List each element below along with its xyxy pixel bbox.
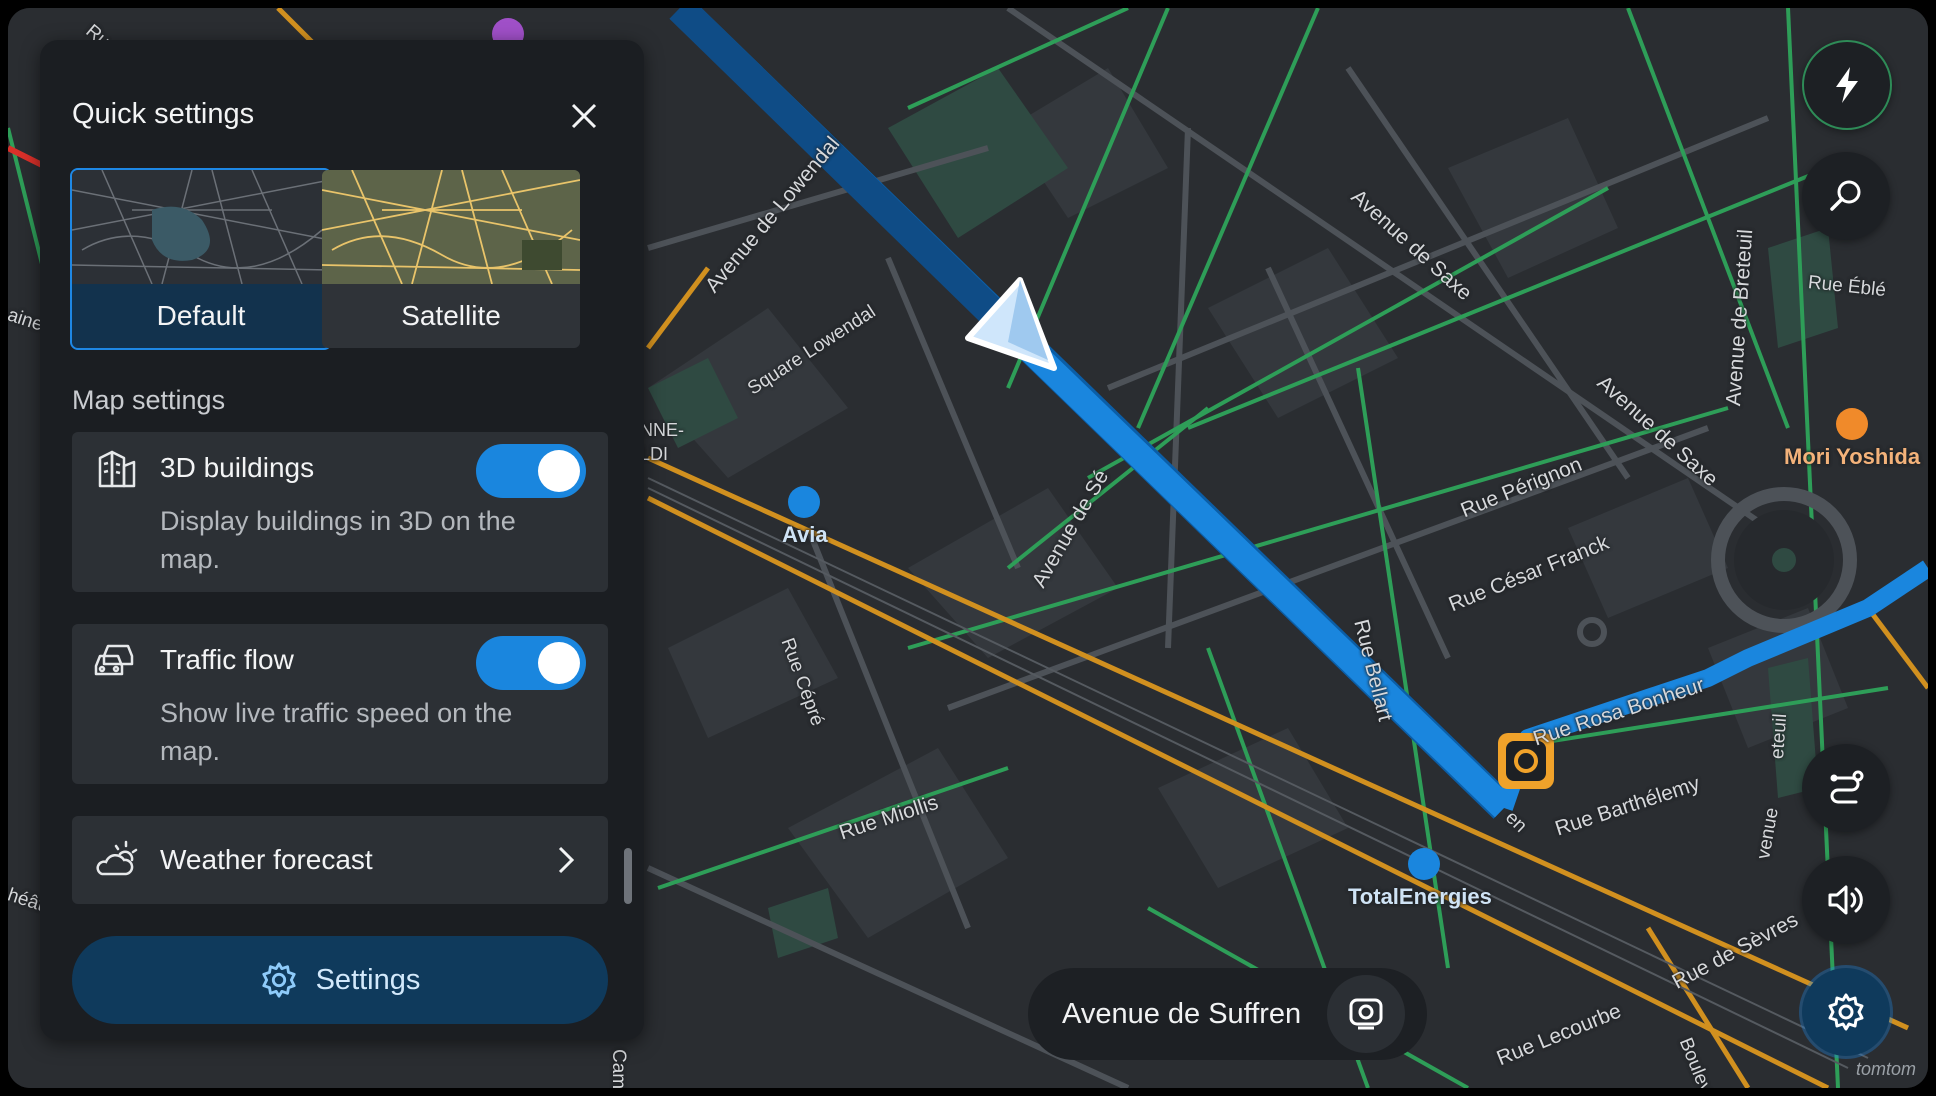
setting-traffic-flow: Traffic flow Show live traffic speed on … [72,624,608,784]
close-button[interactable] [560,92,608,140]
street-label: eteuil [1767,712,1792,760]
street-label: LDI [640,444,669,464]
default-map-thumbnail [72,170,330,284]
setting-description: Display buildings in 3D on the map. [160,506,516,574]
setting-title: Weather forecast [160,844,373,875]
speed-camera-report-button[interactable] [1327,975,1406,1053]
weather-icon [96,840,138,876]
volume-button[interactable] [1802,856,1890,944]
speed-camera-icon [1349,998,1383,1030]
map-style-satellite[interactable]: Satellite [322,170,580,348]
speaker-icon [1828,885,1863,915]
panel-title: Quick settings [72,98,255,130]
poi-label[interactable]: Mori Yoshida [1784,444,1920,470]
weather-forecast-item[interactable]: Weather forecast [72,816,608,904]
route-icon [1830,770,1864,804]
scrollbar[interactable] [624,848,632,904]
poi-label[interactable]: TotalEnergies [1348,884,1492,910]
traffic-flow-toggle[interactable] [476,636,586,690]
ev-charging-button[interactable] [1802,40,1892,130]
gear-icon [1828,993,1864,1031]
settings-button[interactable]: Settings [72,936,608,1024]
toggle-knob [538,450,580,492]
nav-screen: Avenue de Lowendal Square Lowendal Avenu… [8,8,1928,1088]
map-style-label: Satellite [401,300,501,331]
current-street-name: Avenue de Suffren [1062,997,1302,1030]
traffic-car-icon [94,644,134,676]
street-label: Cambronne [607,1049,629,1088]
toggle-knob [538,642,580,684]
quick-settings-panel: Quick settings Default Satellite Map set… [40,40,644,1040]
lightning-icon [1836,67,1858,103]
3d-buildings-toggle[interactable] [476,444,586,498]
map-settings-heading: Map settings [72,385,226,415]
search-icon [1830,180,1861,211]
street-label: NNE- [640,420,684,440]
setting-description: Show live traffic speed on the map. [160,698,513,766]
setting-title: Traffic flow [160,644,294,675]
buildings-icon [98,450,136,488]
search-button[interactable] [1802,152,1890,240]
setting-3d-buildings: 3D buildings Display buildings in 3D on … [72,432,608,592]
map-style-default[interactable]: Default [70,168,332,350]
quick-settings-button[interactable] [1802,968,1890,1056]
chevron-right-icon [558,846,575,874]
poi-label[interactable]: Avia [782,522,828,548]
gear-icon [261,962,296,998]
brand-logo: tomtom [1855,1059,1916,1079]
route-overview-button[interactable] [1802,744,1890,832]
map-style-label: Default [156,300,246,331]
settings-button-label: Settings [315,963,421,996]
close-icon [571,103,597,129]
current-street-bar: Avenue de Suffren [1028,968,1428,1060]
setting-title: 3D buildings [160,452,315,483]
satellite-map-thumbnail [322,170,580,284]
